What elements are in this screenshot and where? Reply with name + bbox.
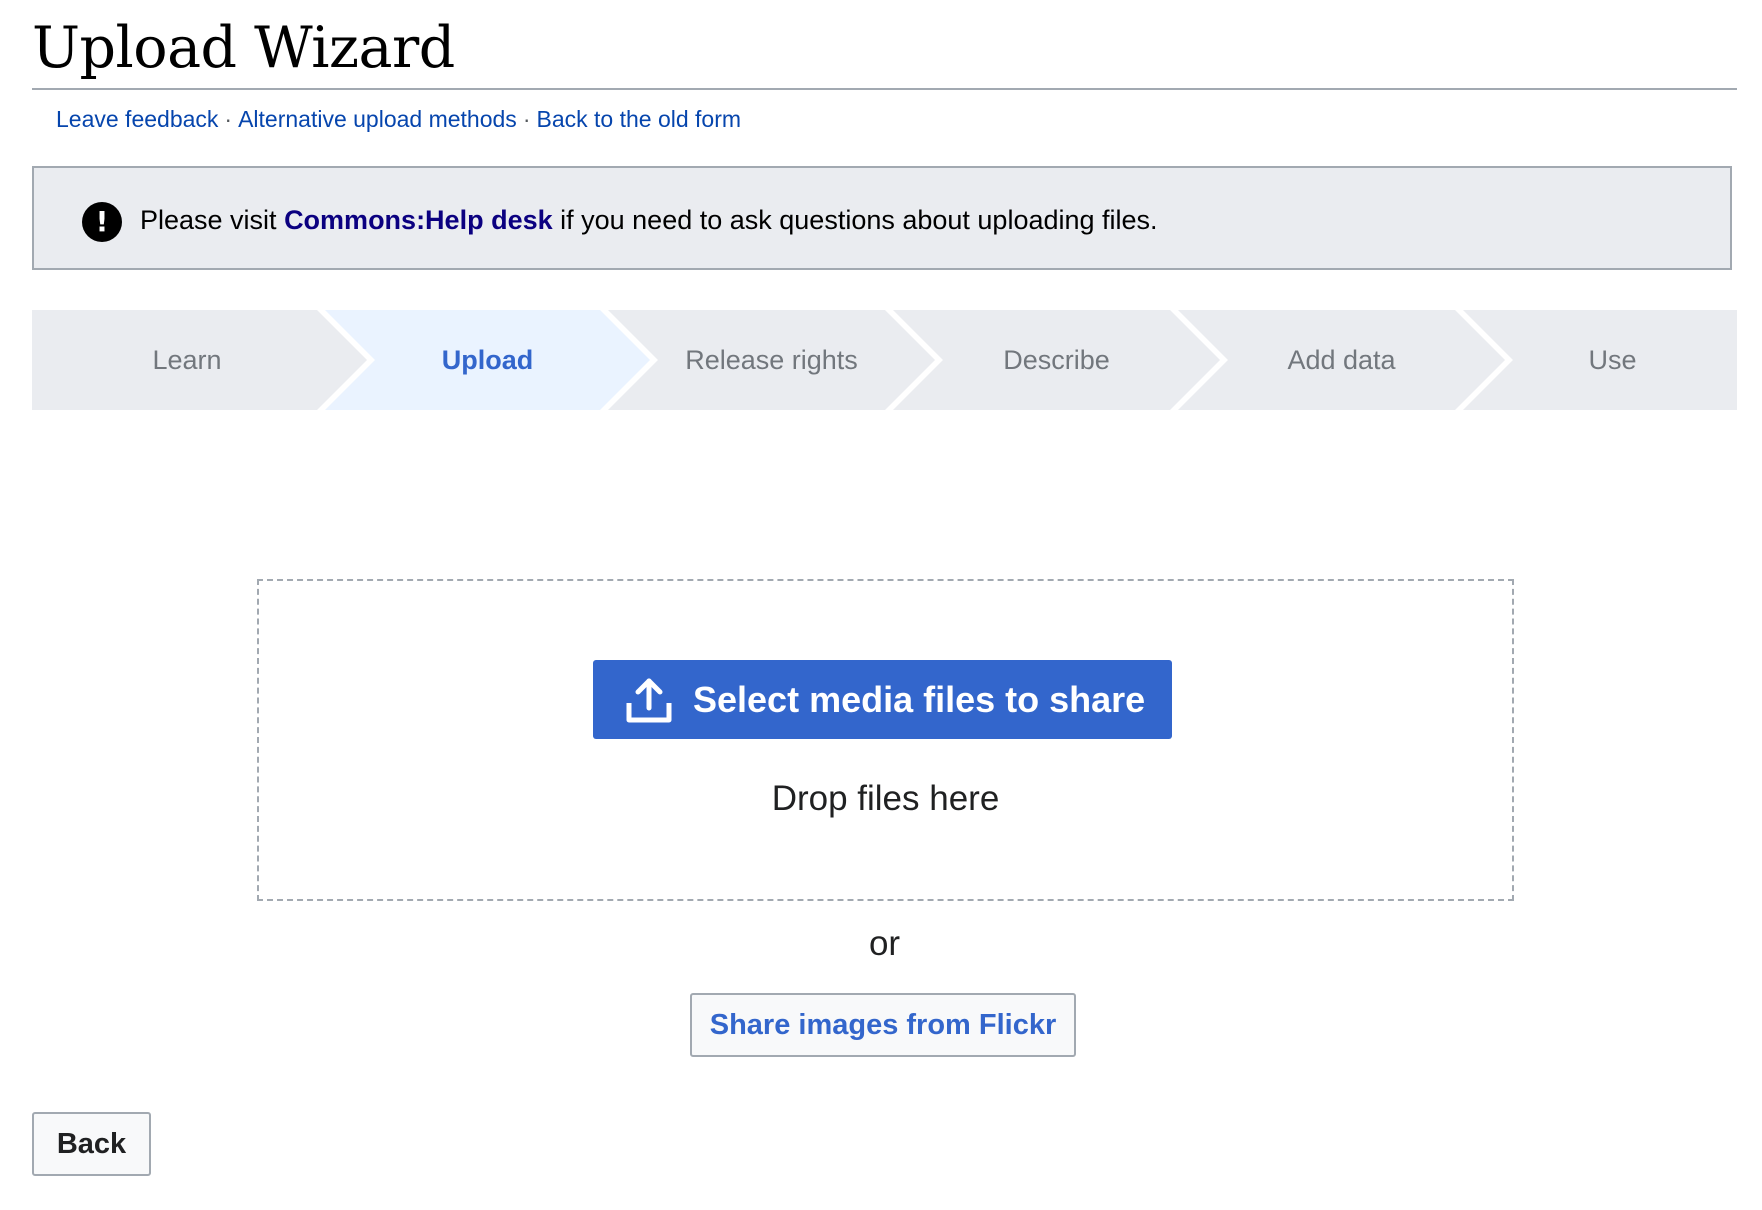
page-title: Upload Wizard [32,15,455,81]
link-separator: · [522,106,531,132]
step-learn: Learn [152,345,222,375]
title-divider [32,88,1737,90]
select-media-files-label: Select media files to share [693,679,1146,720]
share-from-flickr-button[interactable]: Share images from Flickr [690,993,1076,1057]
help-notice: ! Please visit Commons:Help desk if you … [32,166,1732,270]
select-media-files-button[interactable]: Select media files to share [593,660,1172,739]
notice-text-after: if you need to ask questions about uploa… [552,205,1158,235]
notice-message: Please visit Commons:Help desk if you ne… [140,201,1158,239]
link-separator: · [224,106,233,132]
drop-files-text: Drop files here [771,779,1000,818]
file-drop-zone[interactable]: Select media files to share Drop files h… [257,579,1514,901]
back-button[interactable]: Back [32,1112,151,1176]
leave-feedback-link[interactable]: Leave feedback [56,106,218,132]
notice-text-before: Please visit [140,205,285,235]
exclamation-icon: ! [82,202,122,242]
step-describe: Describe [1003,345,1110,375]
help-desk-link[interactable]: Commons:Help desk [284,205,553,235]
step-release-rights: Release rights [685,345,858,375]
step-use: Use [1588,345,1637,375]
upload-wizard-page: Upload Wizard Leave feedback · Alternative… [32,0,1737,1210]
alternative-upload-methods-link[interactable]: Alternative upload methods [238,106,517,132]
header-links: Leave feedback · Alternative upload method… [56,102,741,136]
back-to-old-form-link[interactable]: Back to the old form [536,106,741,132]
wizard-steps: Learn Upload Release rights Describe Add… [32,310,1737,410]
or-divider-text: or [868,924,901,963]
step-add-data: Add data [1287,345,1396,375]
step-upload: Upload [441,345,534,375]
upload-icon [626,678,672,723]
